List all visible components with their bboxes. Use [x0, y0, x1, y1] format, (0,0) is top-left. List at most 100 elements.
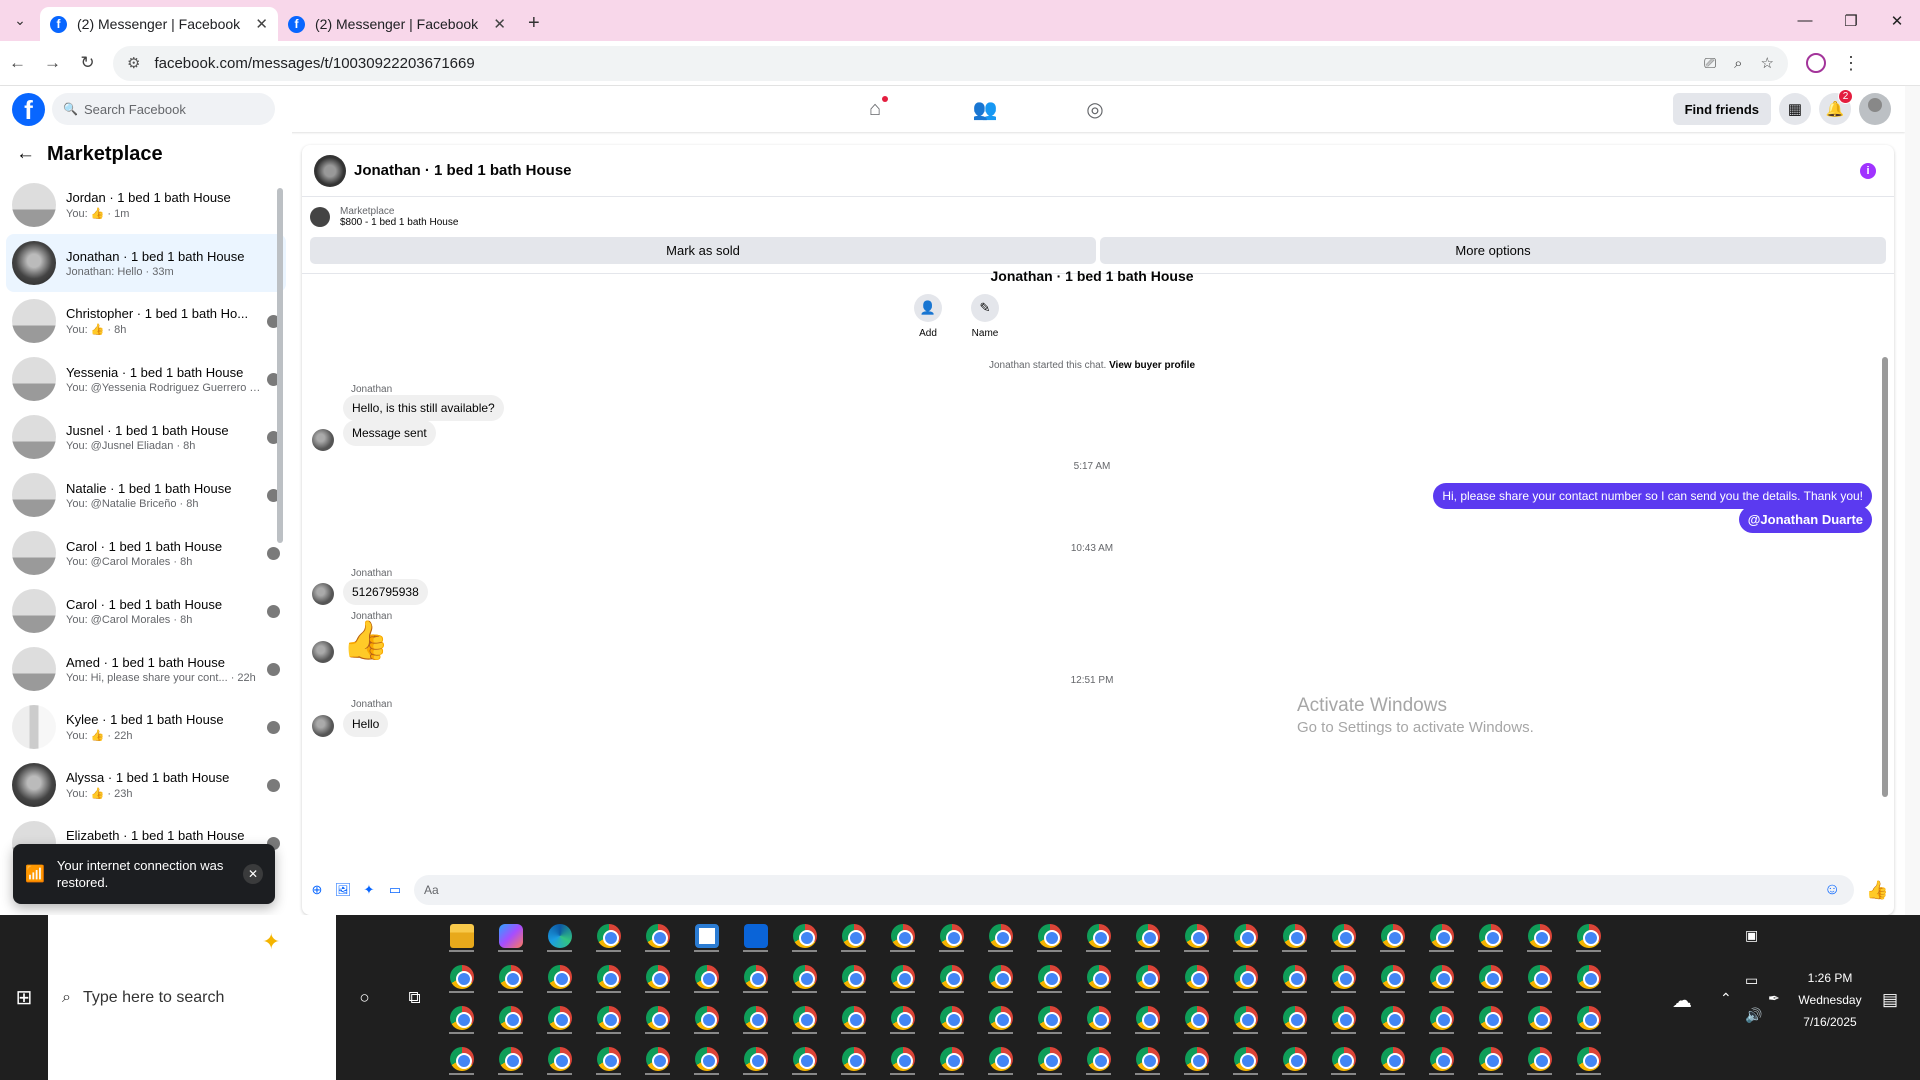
chrome-taskbar-icon[interactable]: [1564, 997, 1613, 1038]
chrome-taskbar-icon[interactable]: [1417, 997, 1466, 1038]
incoming-message[interactable]: 5126795938: [343, 579, 428, 605]
cortana-circle-icon[interactable]: ○: [359, 988, 369, 1008]
add-people-button[interactable]: 👤 Add: [903, 294, 953, 339]
chrome-taskbar-icon[interactable]: [1319, 1038, 1368, 1079]
sticker-icon[interactable]: ✦: [360, 881, 378, 899]
home-icon[interactable]: ⌂: [820, 86, 930, 132]
chrome-taskbar-icon[interactable]: [1123, 1038, 1172, 1079]
install-app-icon[interactable]: ⎚: [1704, 55, 1716, 72]
chrome-taskbar-icon[interactable]: [1319, 956, 1368, 997]
omnibox[interactable]: ⚙ facebook.com/messages/t/10030922203671…: [113, 45, 1788, 81]
incoming-message[interactable]: Hello, is this still available?: [343, 395, 504, 421]
chrome-taskbar-icon[interactable]: [976, 915, 1025, 956]
chrome-taskbar-icon[interactable]: [878, 915, 927, 956]
bookmark-star-icon[interactable]: ☆: [1761, 54, 1774, 72]
chrome-taskbar-icon[interactable]: [829, 915, 878, 956]
chrome-taskbar-icon[interactable]: [1368, 1038, 1417, 1079]
back-arrow-icon[interactable]: ←: [0, 53, 35, 73]
chrome-taskbar-icon[interactable]: [535, 997, 584, 1038]
info-icon[interactable]: i: [1860, 162, 1876, 179]
chrome-taskbar-icon[interactable]: [584, 915, 633, 956]
chrome-taskbar-icon[interactable]: [976, 997, 1025, 1038]
chrome-taskbar-icon[interactable]: [780, 1038, 829, 1079]
chrome-taskbar-icon[interactable]: [1123, 997, 1172, 1038]
chrome-taskbar-icon[interactable]: [1564, 1038, 1613, 1079]
chrome-taskbar-icon[interactable]: [780, 997, 829, 1038]
chrome-taskbar-icon[interactable]: [878, 956, 927, 997]
minimize-icon[interactable]: —: [1782, 0, 1828, 41]
reload-icon[interactable]: ↻: [70, 53, 105, 73]
chat-title[interactable]: Jonathan · 1 bed 1 bath House: [354, 162, 1860, 179]
profile-avatar-icon[interactable]: [1806, 53, 1826, 73]
chrome-taskbar-icon[interactable]: [780, 956, 829, 997]
chrome-taskbar-icon[interactable]: [1025, 915, 1074, 956]
chrome-taskbar-icon[interactable]: [1368, 956, 1417, 997]
back-arrow-icon[interactable]: ←: [16, 143, 35, 165]
chrome-taskbar-icon[interactable]: [1466, 915, 1515, 956]
chat-scrollbar[interactable]: [1882, 277, 1890, 862]
listing-summary[interactable]: Marketplace $800 - 1 bed 1 bath House: [302, 197, 1894, 237]
chrome-taskbar-icon[interactable]: [1123, 915, 1172, 956]
conversation-item[interactable]: Kylee · 1 bed 1 bath House You: 👍 · 22h: [6, 698, 286, 756]
browser-tab-2[interactable]: f (2) Messenger | Facebook ✕: [278, 7, 516, 41]
url-text[interactable]: facebook.com/messages/t/1003092220367166…: [154, 55, 1686, 72]
chrome-taskbar-icon[interactable]: [731, 1038, 780, 1079]
chrome-taskbar-icon[interactable]: [1025, 1038, 1074, 1079]
incoming-message[interactable]: Message sent: [343, 420, 436, 446]
chrome-taskbar-icon[interactable]: [976, 1038, 1025, 1079]
outgoing-mention-message[interactable]: @Jonathan Duarte: [1738, 506, 1872, 533]
chrome-taskbar-icon[interactable]: [1074, 997, 1123, 1038]
chrome-taskbar-icon[interactable]: [584, 1038, 633, 1079]
page-scrollbar[interactable]: [1905, 86, 1920, 915]
chrome-taskbar-icon[interactable]: [1466, 1038, 1515, 1079]
chrome-taskbar-icon[interactable]: [584, 997, 633, 1038]
volume-icon[interactable]: 🔊: [1745, 1007, 1762, 1024]
site-info-icon[interactable]: ⚙: [127, 54, 140, 72]
chrome-taskbar-icon[interactable]: [1123, 956, 1172, 997]
new-tab-plus-icon[interactable]: +: [528, 12, 540, 35]
tray-chevron-up-icon[interactable]: ⌃: [1720, 990, 1732, 1007]
message-input[interactable]: Aa: [414, 875, 1854, 905]
attach-photo-icon[interactable]: 🖼: [334, 881, 352, 899]
restore-icon[interactable]: ❐: [1828, 0, 1874, 41]
chrome-taskbar-icon[interactable]: [1564, 915, 1613, 956]
chrome-taskbar-icon[interactable]: [976, 956, 1025, 997]
conversation-item[interactable]: Yessenia · 1 bed 1 bath House You: @Yesse…: [6, 350, 286, 408]
notifications-bell-icon[interactable]: 🔔 2: [1819, 89, 1853, 125]
chrome-taskbar-icon[interactable]: [437, 956, 486, 997]
chrome-taskbar-icon[interactable]: [1368, 915, 1417, 956]
chrome-taskbar-icon[interactable]: [1221, 956, 1270, 997]
chrome-taskbar-icon[interactable]: [1270, 956, 1319, 997]
chrome-taskbar-icon[interactable]: [584, 956, 633, 997]
conversation-item[interactable]: Jusnel · 1 bed 1 bath House You: @Jusnel …: [6, 408, 286, 466]
conversation-item[interactable]: Natalie · 1 bed 1 bath House You: @Natali…: [6, 466, 286, 524]
chrome-taskbar-icon[interactable]: [535, 1038, 584, 1079]
chrome-taskbar-icon[interactable]: [1270, 915, 1319, 956]
chrome-taskbar-icon[interactable]: [731, 997, 780, 1038]
chrome-taskbar-icon[interactable]: [829, 956, 878, 997]
account-avatar[interactable]: [1859, 93, 1891, 125]
chrome-taskbar-icon[interactable]: [1319, 915, 1368, 956]
forward-arrow-icon[interactable]: →: [35, 53, 70, 73]
facebook-search-input[interactable]: 🔍 Search Facebook: [52, 93, 275, 125]
pen-icon[interactable]: ✒: [1768, 990, 1780, 1007]
windows-start-icon[interactable]: ⊞: [0, 915, 48, 1080]
sidebar-scroll-thumb[interactable]: [277, 188, 283, 543]
thumbs-up-icon[interactable]: 👍: [342, 622, 389, 660]
close-icon[interactable]: ✕: [243, 864, 263, 884]
chrome-taskbar-icon[interactable]: [535, 956, 584, 997]
chrome-taskbar-icon[interactable]: [1270, 997, 1319, 1038]
chrome-taskbar-icon[interactable]: [1564, 956, 1613, 997]
emoji-icon[interactable]: ☺: [1824, 881, 1840, 899]
more-options-button[interactable]: More options: [1100, 237, 1886, 264]
chrome-taskbar-icon[interactable]: [1172, 956, 1221, 997]
chrome-taskbar-icon[interactable]: [829, 997, 878, 1038]
chrome-taskbar-icon[interactable]: [927, 915, 976, 956]
browser-menu-icon[interactable]: ⋮: [1842, 53, 1860, 74]
chrome-taskbar-icon[interactable]: [1417, 956, 1466, 997]
chrome-taskbar-icon[interactable]: [1515, 997, 1564, 1038]
chrome-taskbar-icon[interactable]: [927, 956, 976, 997]
chrome-taskbar-icon[interactable]: [486, 956, 535, 997]
chrome-taskbar-icon[interactable]: [927, 997, 976, 1038]
chrome-taskbar-icon[interactable]: [878, 997, 927, 1038]
